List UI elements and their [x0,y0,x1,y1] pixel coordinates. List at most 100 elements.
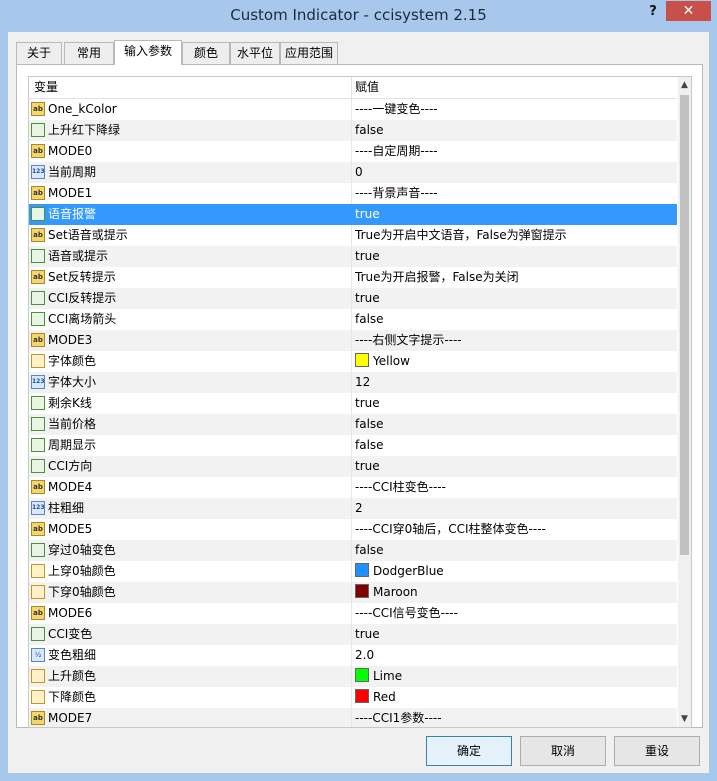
help-button[interactable]: ? [642,2,664,22]
value-text: true [355,396,380,410]
table-row[interactable]: CCI反转提示 true [29,288,677,309]
value-text: Maroon [373,585,418,599]
int-type-icon: 123 [31,165,45,179]
table-row[interactable]: ab MODE0 ----自定周期---- [29,141,677,162]
variable-name: 语音报警 [48,207,97,221]
variable-value[interactable]: 12 [355,372,370,393]
variable-value[interactable]: True为开启报警，False为关闭 [355,267,519,288]
string-type-icon: ab [31,522,45,536]
variable-value[interactable]: false [355,540,384,561]
table-row[interactable]: 穿过0轴变色 false [29,540,677,561]
tab-visualization[interactable]: 应用范围 [280,42,338,64]
variable-value[interactable]: false [355,309,384,330]
table-row[interactable]: ab MODE7 ----CCI1参数---- [29,708,677,727]
table-row[interactable]: 上穿0轴颜色 DodgerBlue [29,561,677,582]
variable-value[interactable]: ----一键变色---- [355,99,438,120]
cell-divider [351,141,352,162]
table-row[interactable]: CCI离场箭头 false [29,309,677,330]
table-row[interactable]: ab Set反转提示 True为开启报警，False为关闭 [29,267,677,288]
variable-value[interactable]: true [355,246,380,267]
variable-value[interactable]: ----CCI1参数---- [355,708,442,727]
table-row[interactable]: CCI变色 true [29,624,677,645]
color-type-icon [31,690,45,704]
table-row[interactable]: ab Set语音或提示 True为开启中文语音，False为弹窗提示 [29,225,677,246]
variable-value[interactable]: 2 [355,498,363,519]
scroll-thumb[interactable] [680,95,689,555]
string-type-icon: ab [31,270,45,284]
variable-value[interactable]: ----自定周期---- [355,141,438,162]
table-row[interactable]: 语音报警 true [29,204,677,225]
table-row[interactable]: ab MODE3 ----右侧文字提示---- [29,330,677,351]
variable-value[interactable]: True为开启中文语音，False为弹窗提示 [355,225,567,246]
variable-value[interactable]: Red [355,687,396,708]
close-button[interactable]: ✕ [666,1,711,21]
variable-value[interactable]: ----CCI信号变色---- [355,603,458,624]
table-row[interactable]: 周期显示 false [29,435,677,456]
variable-value[interactable]: false [355,414,384,435]
color-type-icon [31,585,45,599]
variable-value[interactable]: true [355,456,380,477]
title-bar[interactable]: Custom Indicator - ccisystem 2.15 ? ✕ [0,0,717,32]
variable-value[interactable]: true [355,288,380,309]
table-row[interactable]: ab MODE1 ----背景声音---- [29,183,677,204]
table-row[interactable]: ab MODE6 ----CCI信号变色---- [29,603,677,624]
table-row[interactable]: 剩余K线 true [29,393,677,414]
double-type-icon: ½ [31,648,45,662]
variable-name: 周期显示 [48,438,97,452]
table-row[interactable]: 当前价格 false [29,414,677,435]
bool-type-icon [31,396,45,410]
variable-value[interactable]: 2.0 [355,645,374,666]
column-divider[interactable] [351,77,352,98]
table-row[interactable]: 123 字体大小 12 [29,372,677,393]
tab-common[interactable]: 常用 [64,42,114,64]
cell-divider [351,204,352,225]
variable-value[interactable]: Yellow [355,351,410,372]
table-row[interactable]: 123 当前周期 0 [29,162,677,183]
scroll-down-icon[interactable]: ▼ [678,711,691,727]
variable-value[interactable]: 0 [355,162,363,183]
tab-colors[interactable]: 颜色 [182,42,230,64]
column-value[interactable]: 赋值 [355,77,379,98]
table-row[interactable]: ½ 变色粗细 2.0 [29,645,677,666]
variable-value[interactable]: false [355,120,384,141]
table-row[interactable]: CCI方向 true [29,456,677,477]
table-row[interactable]: 字体颜色 Yellow [29,351,677,372]
table-row[interactable]: ab One_kColor ----一键变色---- [29,99,677,120]
color-swatch [355,563,369,577]
tab-about[interactable]: 关于 [16,42,62,64]
cancel-button[interactable]: 取消 [520,736,606,766]
variable-value[interactable]: DodgerBlue [355,561,444,582]
table-row[interactable]: 123 柱粗细 2 [29,498,677,519]
dialog-body: 关于 常用 输入参数 颜色 水平位 应用范围 变量 赋值 ab One_kColo… [8,32,709,773]
parameters-grid: 变量 赋值 ab One_kColor ----一键变色---- 上升红下降绿 fals… [28,76,692,728]
value-text: ----CCI1参数---- [355,711,442,725]
reset-button[interactable]: 重设 [614,736,700,766]
variable-value[interactable]: ----CCI柱变色---- [355,477,446,498]
column-variable[interactable]: 变量 [34,77,58,98]
table-row[interactable]: ab MODE5 ----CCI穿0轴后，CCI柱整体变色---- [29,519,677,540]
variable-value[interactable]: ----右侧文字提示---- [355,330,462,351]
ok-button[interactable]: 确定 [426,736,512,766]
variable-value[interactable]: ----CCI穿0轴后，CCI柱整体变色---- [355,519,546,540]
table-row[interactable]: ab MODE4 ----CCI柱变色---- [29,477,677,498]
variable-value[interactable]: true [355,204,380,225]
cell-divider [351,372,352,393]
variable-value[interactable]: Maroon [355,582,418,603]
table-row[interactable]: 上升颜色 Lime [29,666,677,687]
table-row[interactable]: 上升红下降绿 false [29,120,677,141]
tab-levels[interactable]: 水平位 [230,42,280,64]
table-row[interactable]: 下穿0轴颜色 Maroon [29,582,677,603]
variable-name: MODE7 [48,711,93,725]
cell-divider [351,225,352,246]
cell-divider [351,162,352,183]
variable-value[interactable]: ----背景声音---- [355,183,438,204]
table-row[interactable]: 下降颜色 Red [29,687,677,708]
variable-value[interactable]: Lime [355,666,402,687]
variable-value[interactable]: true [355,624,380,645]
scroll-up-icon[interactable]: ▲ [678,77,691,93]
variable-value[interactable]: true [355,393,380,414]
table-row[interactable]: 语音或提示 true [29,246,677,267]
vertical-scrollbar[interactable]: ▲ ▼ [678,77,691,727]
variable-value[interactable]: false [355,435,384,456]
tab-inputs[interactable]: 输入参数 [114,40,182,65]
